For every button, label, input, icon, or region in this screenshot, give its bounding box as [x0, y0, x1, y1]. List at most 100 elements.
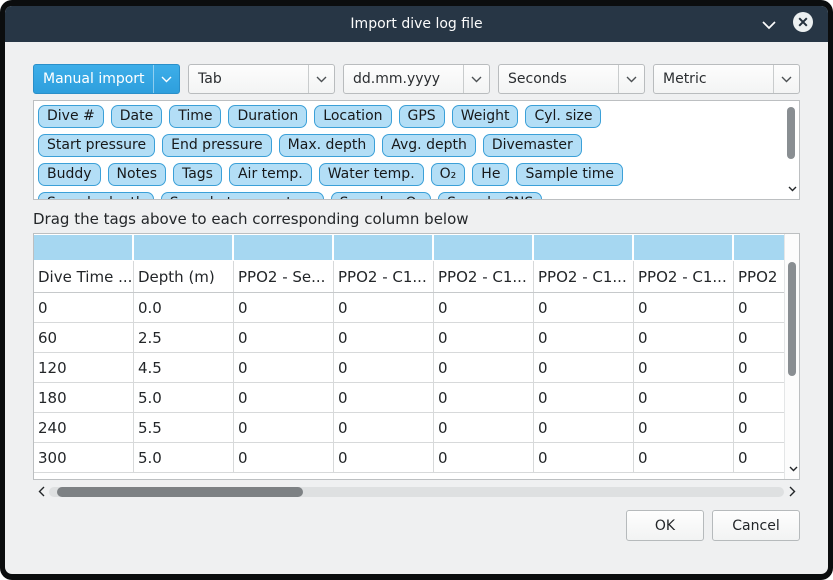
drag-tag[interactable]: Sample CNS	[438, 192, 542, 200]
table-cell: 5.0	[134, 383, 234, 412]
import-type-combo[interactable]: Manual import	[33, 64, 180, 94]
drag-tag[interactable]: GPS	[399, 105, 445, 128]
table-cell: 4.5	[134, 353, 234, 382]
drag-tag[interactable]: O₂	[431, 163, 466, 186]
drop-target-cell[interactable]	[134, 235, 232, 260]
column-header: PPO2 - C1...	[634, 261, 734, 292]
drag-tag[interactable]: Location	[314, 105, 391, 128]
chevron-down-icon	[308, 65, 334, 93]
dialog-footer: OK Cancel	[626, 510, 800, 541]
drag-tag[interactable]: Time	[169, 105, 221, 128]
table-cell: 0	[334, 323, 434, 352]
table-cell: 0	[634, 413, 734, 442]
column-header: PPO2 - C1...	[534, 261, 634, 292]
table-cell: 0	[434, 413, 534, 442]
table-header-row: Dive Time ...Depth (m)PPO2 - Se...PPO2 -…	[34, 261, 800, 293]
drag-tag[interactable]: Water temp.	[319, 163, 424, 186]
drop-target-cell[interactable]	[334, 235, 432, 260]
chevron-down-icon	[773, 65, 799, 93]
tag-scrollbar-thumb[interactable]	[787, 107, 795, 159]
drag-tag[interactable]: Cyl. size	[525, 105, 601, 128]
table-row: 1805.0000000	[34, 383, 800, 413]
drag-tag[interactable]: Duration	[228, 105, 307, 128]
field-separator-combo[interactable]: Tab	[188, 64, 335, 94]
table-cell: 0	[334, 293, 434, 322]
duration-format-combo[interactable]: Seconds	[498, 64, 645, 94]
table-cell: 0	[634, 293, 734, 322]
drop-target-cell[interactable]	[634, 235, 732, 260]
drag-tag[interactable]: Date	[111, 105, 162, 128]
column-header: Dive Time ...	[34, 261, 134, 292]
drag-tag[interactable]: Divemaster	[483, 134, 582, 157]
scroll-right-icon[interactable]	[784, 486, 800, 497]
table-cell: 0	[334, 413, 434, 442]
combo-value: Seconds	[508, 71, 567, 87]
table-cell: 0	[634, 443, 734, 472]
units-combo[interactable]: Metric	[653, 64, 800, 94]
table-row: 1204.5000000	[34, 353, 800, 383]
drop-target-cell[interactable]	[234, 235, 332, 260]
drag-tag[interactable]: Tags	[173, 163, 222, 186]
drag-tag[interactable]: Start pressure	[38, 134, 155, 157]
tag-row: Buddy Notes Tags Air temp. Water temp. O₂ He Sa…	[38, 163, 779, 186]
chevron-down-icon	[618, 65, 644, 93]
dialog-body: Manual import Tab dd.mm.yyyy Seconds Met…	[5, 42, 828, 574]
drag-tag[interactable]: Max. depth	[279, 134, 376, 157]
drag-tag[interactable]: Sample pO₂	[331, 192, 431, 200]
table-cell: 0	[634, 353, 734, 382]
table-cell: 240	[34, 413, 134, 442]
table-cell: 0	[234, 323, 334, 352]
cancel-button[interactable]: Cancel	[712, 510, 800, 541]
table-cell: 60	[34, 323, 134, 352]
drag-tag[interactable]: Buddy	[38, 163, 101, 186]
drag-tag[interactable]: Sample depth	[38, 192, 154, 200]
table-cell: 0	[234, 443, 334, 472]
table-cell: 300	[34, 443, 134, 472]
combo-value: Metric	[663, 71, 707, 87]
drag-tag[interactable]: He	[472, 163, 509, 186]
column-header: Depth (m)	[134, 261, 234, 292]
hscroll-thumb[interactable]	[57, 487, 303, 497]
tag-area-scrollbar[interactable]	[784, 101, 799, 199]
tag-area: Dive # Date Time Duration Location GPS Weight C…	[33, 100, 800, 200]
table-vertical-scrollbar[interactable]	[784, 234, 799, 479]
drag-tag[interactable]: Sample temperature	[161, 192, 324, 200]
drag-tag[interactable]: End pressure	[162, 134, 272, 157]
combo-value: Tab	[198, 71, 222, 87]
drag-tag[interactable]: Notes	[108, 163, 166, 186]
table-cell: 0	[434, 383, 534, 412]
column-header: PPO2 - C1...	[434, 261, 534, 292]
table-cell: 180	[34, 383, 134, 412]
titlebar-buttons	[758, 13, 828, 35]
titlebar-shade-button[interactable]	[758, 13, 780, 35]
drop-target-cell[interactable]	[34, 235, 132, 260]
table-cell: 0	[534, 443, 634, 472]
drag-tag[interactable]: Dive #	[38, 105, 104, 128]
combo-value: dd.mm.yyyy	[353, 71, 440, 87]
ok-button[interactable]: OK	[626, 510, 704, 541]
drop-target-cell[interactable]	[434, 235, 532, 260]
table-horizontal-scrollbar[interactable]	[33, 483, 800, 500]
import-settings-row: Manual import Tab dd.mm.yyyy Seconds Met…	[33, 64, 800, 94]
scroll-down-icon[interactable]	[788, 177, 797, 196]
drag-tag[interactable]: Air temp.	[229, 163, 312, 186]
hscroll-track[interactable]	[49, 487, 784, 497]
combo-value: Manual import	[43, 71, 145, 87]
drop-target-cell[interactable]	[534, 235, 632, 260]
table-cell: 0	[434, 323, 534, 352]
import-table: Dive Time ...Depth (m)PPO2 - Se...PPO2 -…	[33, 233, 800, 480]
table-content: Dive Time ...Depth (m)PPO2 - Se...PPO2 -…	[34, 234, 800, 473]
window-frame: Import dive log file Manual import	[0, 0, 833, 580]
date-format-combo[interactable]: dd.mm.yyyy	[343, 64, 490, 94]
scroll-left-icon[interactable]	[33, 486, 49, 497]
drag-tag[interactable]: Sample time	[516, 163, 623, 186]
close-button[interactable]	[792, 13, 814, 35]
drag-tag[interactable]: Avg. depth	[382, 134, 476, 157]
table-cell: 0	[534, 323, 634, 352]
scroll-down-icon[interactable]	[789, 457, 798, 476]
table-cell: 0	[434, 353, 534, 382]
titlebar[interactable]: Import dive log file	[5, 6, 828, 42]
close-icon	[792, 11, 814, 37]
table-scrollbar-thumb[interactable]	[788, 262, 796, 376]
drag-tag[interactable]: Weight	[452, 105, 519, 128]
